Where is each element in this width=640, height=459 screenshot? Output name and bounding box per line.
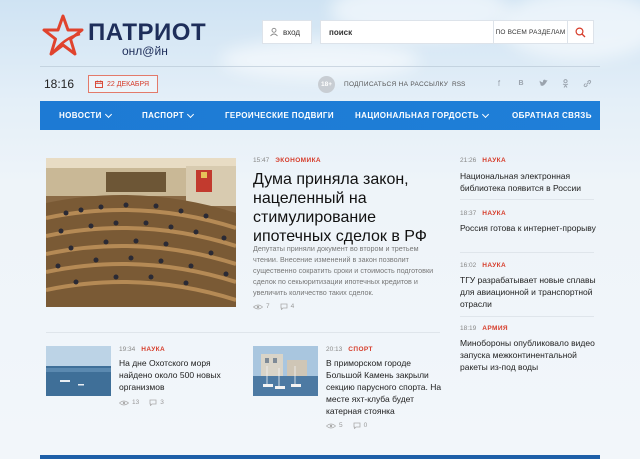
divider: [46, 332, 440, 333]
article-time: 21:26: [460, 157, 477, 164]
nav-item-label: НАЦИОНАЛЬНАЯ ГОРДОСТЬ: [355, 111, 479, 120]
side-article-title[interactable]: Минобороны опубликовало видео запуска ме…: [460, 337, 600, 373]
views-value: 13: [132, 399, 140, 406]
comment-icon: [353, 422, 361, 429]
current-time: 18:16: [44, 77, 75, 91]
facebook-icon[interactable]: f: [494, 78, 504, 88]
date-badge: 22 ДЕКАБРЯ: [88, 75, 158, 93]
article-time: 15:47: [253, 157, 270, 164]
article-category[interactable]: НАУКА: [482, 262, 506, 269]
lead-article-title[interactable]: Дума приняла закон, нацеленный на стимул…: [253, 170, 443, 246]
logo-subtitle: онл@йн: [122, 44, 168, 58]
article-category[interactable]: НАУКА: [482, 210, 506, 217]
views-count: 7: [253, 303, 270, 310]
article-category[interactable]: СПОРТ: [348, 346, 373, 353]
article-time: 18:19: [460, 325, 477, 332]
comments-value: 4: [290, 303, 295, 310]
social-links: f В: [494, 78, 592, 88]
article-category[interactable]: НАУКА: [482, 157, 506, 164]
article-thumbnail[interactable]: [253, 346, 318, 396]
divider: [40, 66, 600, 67]
main-nav: НОВОСТИ ПАСПОРТ ГЕРОИЧЕСКИЕ ПОДВИГИ НАЦИ…: [40, 101, 600, 130]
divider: [460, 199, 594, 200]
comment-icon: [280, 303, 288, 310]
vk-icon[interactable]: В: [516, 78, 526, 88]
logo-title: ПАТРИОТ: [88, 19, 207, 46]
small-article-stats: 13 3: [119, 399, 164, 406]
login-label: вход: [283, 27, 301, 37]
side-article-title[interactable]: Национальная электронная библиотека появ…: [460, 170, 600, 194]
search-scope-select[interactable]: ПО ВСЕМ РАЗДЕЛАМ: [493, 21, 567, 43]
small-article-stats: 5 0: [326, 422, 367, 429]
small-article-title[interactable]: На дне Охотского моря найдено около 500 …: [119, 357, 239, 393]
search-button[interactable]: [567, 21, 593, 43]
comments-count: 4: [280, 303, 295, 310]
side-article-meta: 21:26 НАУКА: [460, 157, 506, 164]
search-input[interactable]: [321, 21, 493, 43]
lead-article-image[interactable]: [46, 158, 236, 307]
chevron-down-icon: [104, 110, 112, 118]
small-article-title[interactable]: В приморском городе Большой Камень закры…: [326, 357, 446, 417]
lead-article-stats: 7 4: [253, 303, 294, 310]
nav-item-national-pride[interactable]: НАЦИОНАЛЬНАЯ ГОРДОСТЬ: [355, 110, 489, 120]
nav-item-label: ГЕРОИЧЕСКИЕ ПОДВИГИ: [225, 111, 334, 120]
article-time: 18:37: [460, 210, 477, 217]
rss-link[interactable]: RSS: [452, 81, 465, 88]
views-value: 7: [266, 303, 270, 310]
nav-item-label: НОВОСТИ: [59, 111, 102, 120]
nav-item-heroic-deeds[interactable]: ГЕРОИЧЕСКИЕ ПОДВИГИ: [225, 111, 334, 120]
eye-icon: [326, 423, 336, 428]
article-thumbnail[interactable]: [46, 346, 111, 396]
lead-article-meta: 15:47 ЭКОНОМИКА: [253, 157, 321, 164]
small-article-meta: 19:34 НАУКА: [119, 346, 165, 353]
nav-item-label: ОБРАТНАЯ СВЯЗЬ: [512, 111, 592, 120]
comment-icon: [149, 399, 157, 406]
eye-icon: [119, 400, 129, 405]
side-article-meta: 16:02 НАУКА: [460, 262, 506, 269]
article-time: 20:13: [326, 346, 343, 353]
subscribe-link[interactable]: ПОДПИСАТЬСЯ НА РАССЫЛКУ: [344, 81, 448, 88]
article-category[interactable]: НАУКА: [141, 346, 165, 353]
twitter-icon[interactable]: [538, 78, 548, 88]
article-time: 19:34: [119, 346, 136, 353]
chevron-down-icon: [481, 110, 489, 118]
comments-value: 3: [160, 399, 164, 406]
comments-count: 0: [353, 422, 368, 429]
article-category[interactable]: АРМИЯ: [482, 325, 508, 332]
odnoklassniki-icon[interactable]: [560, 78, 570, 88]
search-icon: [575, 26, 586, 37]
chevron-down-icon: [186, 110, 195, 118]
date-label: 22 ДЕКАБРЯ: [107, 80, 150, 88]
search-bar: ПО ВСЕМ РАЗДЕЛАМ: [320, 20, 594, 44]
divider: [460, 252, 594, 253]
nav-item-label: ПАСПОРТ: [142, 111, 184, 120]
star-logo-icon: [42, 14, 84, 56]
views-value: 5: [339, 422, 343, 429]
nav-item-passport[interactable]: ПАСПОРТ: [142, 110, 195, 120]
divider: [460, 316, 594, 317]
comments-value: 0: [363, 422, 368, 429]
age-rating-badge: 18+: [318, 76, 335, 93]
footer-bar: [40, 455, 600, 459]
side-article-meta: 18:37 НАУКА: [460, 210, 506, 217]
article-time: 16:02: [460, 262, 477, 269]
views-count: 13: [119, 399, 139, 406]
article-category[interactable]: ЭКОНОМИКА: [275, 157, 321, 164]
nav-item-feedback[interactable]: ОБРАТНАЯ СВЯЗЬ: [512, 111, 592, 120]
side-article-title[interactable]: ТГУ разрабатывает новые сплавы для авиац…: [460, 274, 600, 310]
site-logo[interactable]: ПАТРИОТ онл@йн: [42, 14, 212, 58]
login-button[interactable]: вход: [262, 20, 312, 44]
user-icon: [270, 27, 278, 37]
nav-item-news[interactable]: НОВОСТИ: [59, 110, 112, 120]
lead-article-description: Депутаты приняли документ во втором и тр…: [253, 244, 434, 297]
link-icon[interactable]: [582, 78, 592, 88]
cloud-decoration: [220, 40, 420, 80]
side-article-title[interactable]: Россия готова к интернет-прорыву: [460, 222, 600, 234]
comments-count: 3: [149, 399, 164, 406]
eye-icon: [253, 304, 263, 309]
side-article-meta: 18:19 АРМИЯ: [460, 325, 508, 332]
small-article-meta: 20:13 СПОРТ: [326, 346, 373, 353]
calendar-icon: [95, 80, 103, 88]
views-count: 5: [326, 422, 343, 429]
